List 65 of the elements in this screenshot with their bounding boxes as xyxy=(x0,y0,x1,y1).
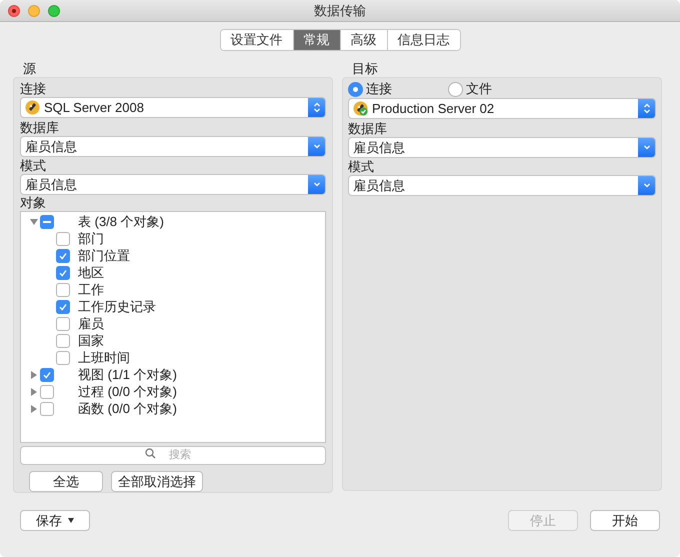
tree-item[interactable]: 国家 xyxy=(78,332,104,349)
search-icon xyxy=(145,448,156,459)
minimize-icon[interactable] xyxy=(28,4,40,16)
button[interactable]: 开始 xyxy=(590,510,660,531)
tree-item[interactable]: 上班时间 xyxy=(78,349,130,366)
tab[interactable]: 常规 xyxy=(292,30,340,50)
tree-item[interactable]: 工作历史记录 xyxy=(78,298,156,315)
save-button[interactable]: 保存 xyxy=(20,510,90,531)
close-icon[interactable] xyxy=(8,4,20,16)
checkbox[interactable] xyxy=(56,266,70,280)
checkbox[interactable] xyxy=(40,384,54,398)
dropdown[interactable]: 雇员信息 xyxy=(348,137,656,158)
zoom-icon[interactable] xyxy=(48,4,60,16)
tree-item[interactable]: 雇员 xyxy=(78,315,104,332)
window-title: 数据传输 xyxy=(314,2,366,20)
server-icon xyxy=(25,100,40,115)
connected-server-icon xyxy=(353,101,368,116)
button[interactable]: 全选 xyxy=(29,471,103,492)
checkbox[interactable] xyxy=(56,334,70,348)
dropdown[interactable]: SQL Server 2008 xyxy=(20,97,326,118)
radio-label[interactable]: 文件 xyxy=(466,79,492,99)
dropdown[interactable]: 雇员信息 xyxy=(20,136,326,157)
checkbox[interactable] xyxy=(56,232,70,246)
field-label: 对象 xyxy=(20,195,47,211)
dropdown[interactable]: 雇员信息 xyxy=(20,174,326,195)
field-label: 数据库 xyxy=(348,121,388,137)
radio-button[interactable] xyxy=(348,82,363,96)
checkbox[interactable] xyxy=(40,402,54,416)
checkbox[interactable] xyxy=(56,316,70,330)
tree-item[interactable]: 视图 (1/1 个对象) xyxy=(78,366,177,383)
tree-item[interactable]: 工作 xyxy=(78,281,104,298)
button[interactable]: 全部取消选择 xyxy=(111,471,203,492)
field-label: 连接 xyxy=(20,81,47,97)
field-label: 数据库 xyxy=(20,120,60,136)
radio-button[interactable] xyxy=(448,82,463,96)
field-label: 模式 xyxy=(348,159,375,175)
expand-triangle-icon[interactable] xyxy=(30,404,38,412)
checkbox[interactable] xyxy=(56,300,70,314)
checkbox[interactable] xyxy=(56,282,70,296)
checkbox[interactable] xyxy=(56,248,70,262)
tab[interactable]: 信息日志 xyxy=(386,30,460,50)
radio-label[interactable]: 连接 xyxy=(366,79,392,99)
checkmark-icon xyxy=(42,370,52,380)
checkbox[interactable] xyxy=(40,368,54,382)
tree-item[interactable]: 表 (3/8 个对象) xyxy=(78,213,164,230)
search-field[interactable]: 搜索 xyxy=(20,446,326,464)
tree-item[interactable]: 过程 (0/0 个对象) xyxy=(78,383,177,400)
tree-item[interactable]: 部门 xyxy=(78,230,104,247)
section-title: 目标 xyxy=(352,61,379,77)
expand-triangle-icon[interactable] xyxy=(30,388,38,396)
up-down-chevron-icon xyxy=(642,103,650,114)
tree-item[interactable]: 地区 xyxy=(78,264,104,281)
caret-icon xyxy=(68,518,74,523)
up-down-chevron-icon xyxy=(312,102,320,113)
checkmark-icon xyxy=(58,302,68,312)
tree-item[interactable]: 函数 (0/0 个对象) xyxy=(78,400,177,417)
section-title: 源 xyxy=(23,61,37,77)
field-label: 模式 xyxy=(20,158,47,174)
checkbox[interactable] xyxy=(40,214,54,228)
tree-item[interactable]: 部门位置 xyxy=(78,247,130,264)
checkbox[interactable] xyxy=(56,350,70,364)
expand-triangle-icon[interactable] xyxy=(30,370,38,378)
dropdown[interactable]: 雇员信息 xyxy=(348,175,656,196)
collapse-triangle-icon[interactable] xyxy=(30,218,38,226)
dropdown[interactable]: Production Server 02 xyxy=(348,98,656,119)
